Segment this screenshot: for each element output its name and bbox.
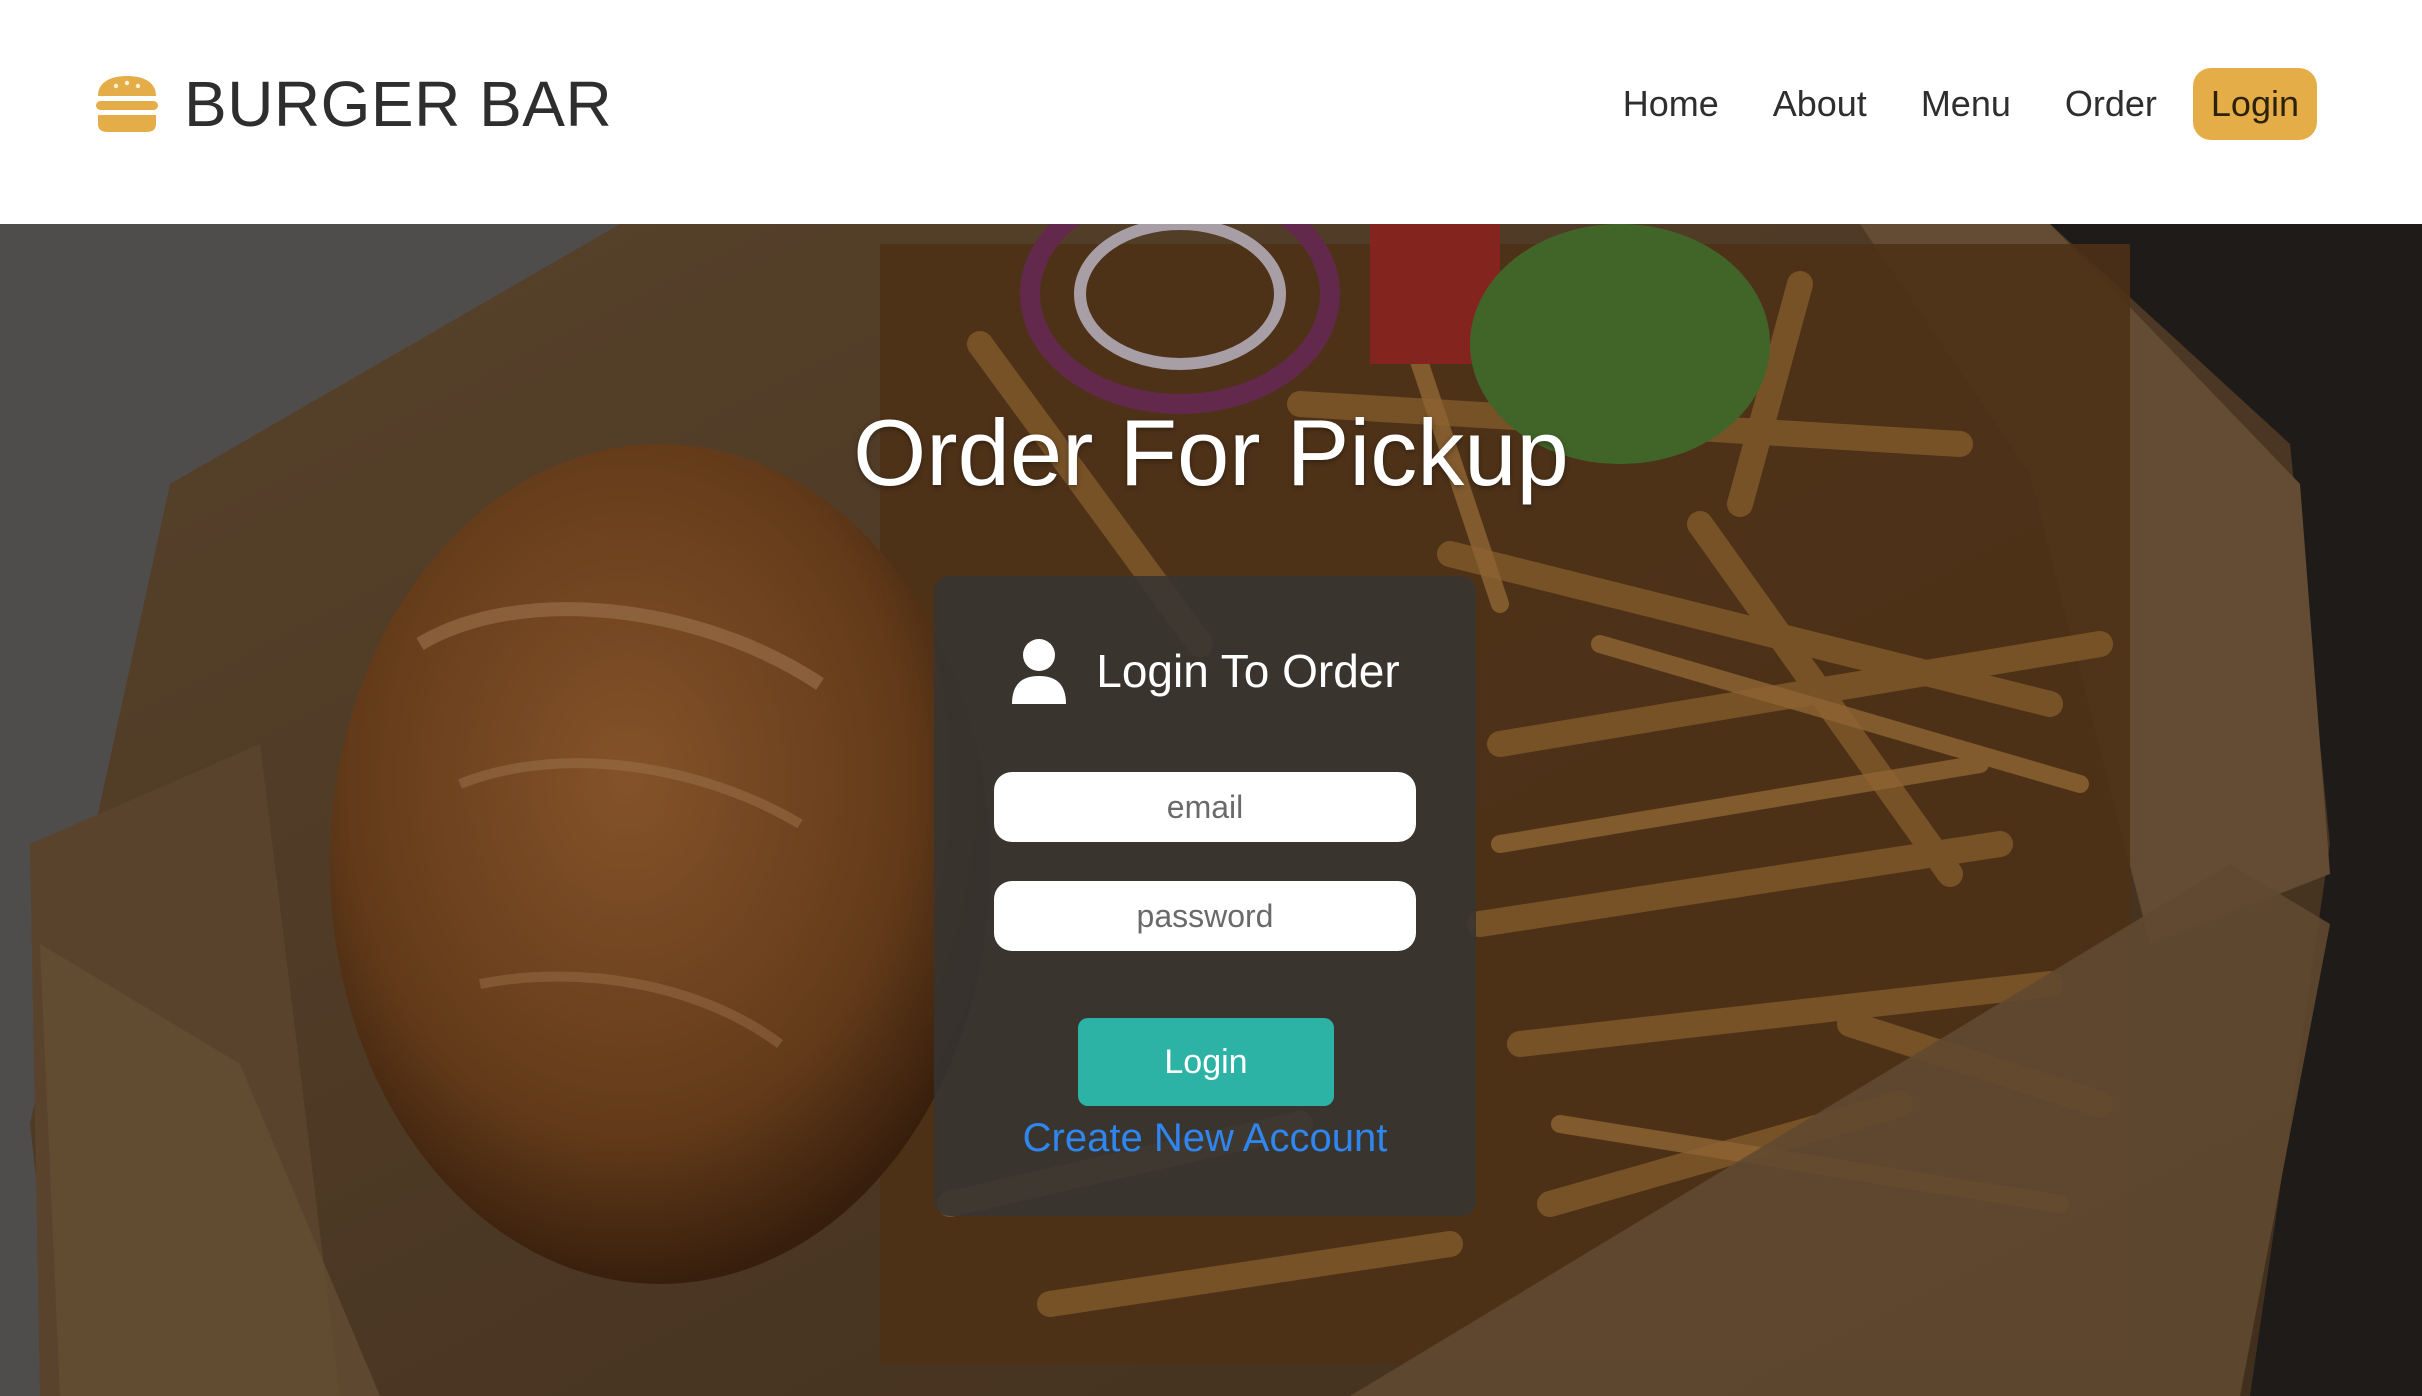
nav-item-menu[interactable]: Menu [1903, 68, 2029, 140]
email-field[interactable] [994, 772, 1416, 842]
user-icon [1012, 639, 1067, 704]
create-account-link[interactable]: Create New Account [934, 1116, 1476, 1161]
login-button[interactable]: Login [1078, 1018, 1334, 1106]
nav-item-login[interactable]: Login [2192, 68, 2317, 140]
brand-link[interactable]: BURGER BAR [94, 62, 612, 146]
login-card-title: Login To Order [1096, 645, 1400, 697]
login-card-header: Login To Order [934, 638, 1476, 704]
login-card: Login To Order Login Create New Account [934, 576, 1476, 1216]
nav-menu: Home About Menu Order Login [1605, 68, 2317, 140]
password-field[interactable] [994, 881, 1416, 951]
nav-item-about[interactable]: About [1755, 68, 1885, 140]
brand-name: BURGER BAR [184, 68, 613, 140]
page-title: Order For Pickup [853, 400, 1569, 505]
hero-section: Order For Pickup Login To Order Login Cr… [0, 224, 2422, 1396]
nav-item-home[interactable]: Home [1605, 68, 1737, 140]
nav-item-order[interactable]: Order [2047, 68, 2175, 140]
burger-icon [96, 76, 158, 132]
navbar: BURGER BAR Home About Menu Order Login [0, 0, 2422, 224]
